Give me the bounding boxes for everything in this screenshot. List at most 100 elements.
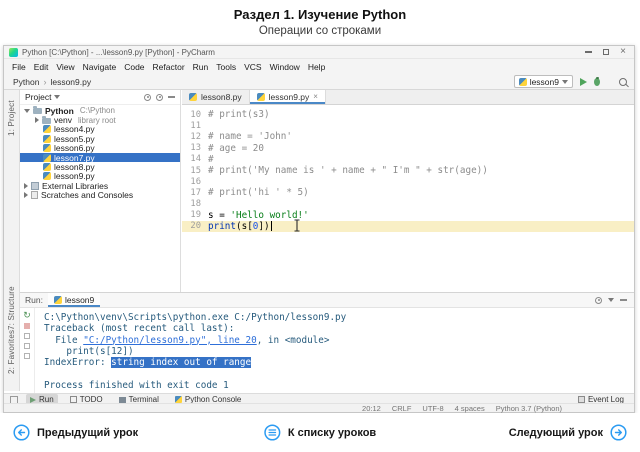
run-configuration-value: lesson9 (530, 77, 559, 87)
toolbar-right: lesson9 (514, 75, 634, 88)
breadcrumb-item[interactable]: Python (13, 77, 39, 87)
python-icon (175, 396, 182, 403)
code-line[interactable]: 19s = 'Hello world!' (182, 210, 634, 221)
run-button[interactable] (580, 78, 587, 86)
python-file-icon (43, 135, 51, 143)
menu-navigate[interactable]: Navigate (79, 62, 121, 72)
console-line: Traceback (most recent call last): (44, 323, 634, 334)
editor-tab-lesson9-py[interactable]: lesson9.py× (250, 90, 326, 104)
status-item-utf-8[interactable]: UTF-8 (422, 404, 443, 413)
menu-run[interactable]: Run (189, 62, 213, 72)
prev-lesson-button[interactable]: Предыдущий урок (13, 413, 138, 452)
close-tab-icon[interactable]: × (313, 93, 318, 101)
menu-vcs[interactable]: VCS (240, 62, 265, 72)
code-line[interactable]: 12# name = 'John' (182, 131, 634, 142)
editor-tab-lesson8-py[interactable]: lesson8.py (182, 90, 250, 104)
menu-view[interactable]: View (52, 62, 78, 72)
collapse-icon[interactable] (608, 298, 614, 302)
line-number: 17 (182, 188, 208, 198)
run-icon (30, 397, 36, 403)
close-icon[interactable]: × (620, 48, 626, 56)
tree-item-scratches-and-consoles[interactable]: Scratches and Consoles (20, 191, 180, 200)
status-item-20-12[interactable]: 20:12 (362, 404, 381, 413)
tree-item-lesson7-py[interactable]: lesson7.py (20, 153, 180, 162)
chevron-down-icon (562, 80, 568, 84)
status-item-python-3-7-python-[interactable]: Python 3.7 (Python) (496, 404, 562, 413)
editor-tab-label: lesson9.py (269, 92, 310, 102)
code-line[interactable]: 15# print('My name is ' + name + " I'm "… (182, 165, 634, 176)
lessons-list-button[interactable]: К списку уроков (264, 413, 376, 452)
menu-code[interactable]: Code (120, 62, 148, 72)
tool-window-button-structure[interactable]: 7: Structure (7, 286, 16, 330)
project-panel-title[interactable]: Project (25, 92, 51, 102)
menu-help[interactable]: Help (304, 62, 329, 72)
line-number: 18 (182, 199, 208, 209)
code-line[interactable]: 20print(s[0]) (182, 221, 634, 232)
gear-icon[interactable] (595, 297, 602, 304)
console-line (44, 368, 634, 379)
run-console[interactable]: C:\Python\venv\Scripts\python.exe C:/Pyt… (35, 308, 634, 393)
tool-window-button-favorites[interactable]: 2: Favorites (7, 330, 16, 374)
console-file-link[interactable]: "C:/Python/lesson9.py", line 20 (83, 335, 257, 346)
code-line[interactable]: 17# print('hi ' * 5) (182, 187, 634, 198)
menu-window[interactable]: Window (266, 62, 304, 72)
chevron-right-icon (24, 192, 28, 198)
code-segment: (s[ (236, 221, 253, 232)
scroll-to-end-icon[interactable] (24, 353, 30, 359)
search-everywhere-icon[interactable] (619, 78, 627, 86)
restore-layout-icon[interactable] (24, 333, 30, 339)
page-subtitle: Операции со строками (0, 25, 640, 37)
maximize-icon[interactable] (603, 49, 609, 55)
course-header: Раздел 1. Изучение Python Операции со ст… (0, 0, 640, 44)
minimize-icon[interactable] (585, 51, 592, 53)
tree-item-lesson5-py[interactable]: lesson5.py (20, 134, 180, 143)
pin-tab-icon[interactable] (24, 343, 30, 349)
run-configuration-select[interactable]: lesson9 (514, 75, 573, 88)
code-line[interactable]: 14# (182, 154, 634, 165)
tree-item-hint: C:\Python (80, 106, 115, 115)
tree-item-external-libraries[interactable]: External Libraries (20, 181, 180, 190)
run-tab[interactable]: lesson9 (48, 293, 100, 307)
locate-file-icon[interactable] (144, 94, 151, 101)
menu-refactor[interactable]: Refactor (149, 62, 189, 72)
line-number: 10 (182, 110, 208, 120)
code-line[interactable]: 16 (182, 176, 634, 187)
hide-panel-icon[interactable] (620, 299, 627, 301)
menu-file[interactable]: File (8, 62, 30, 72)
gear-icon[interactable] (156, 94, 163, 101)
breadcrumb-item[interactable]: lesson9.py (50, 77, 91, 87)
pycharm-window: Python [C:\Python] - ...\lesson9.py [Pyt… (3, 45, 635, 413)
pycharm-logo-icon (9, 48, 18, 57)
tree-item-lesson6-py[interactable]: lesson6.py (20, 144, 180, 153)
code-line[interactable]: 13# age = 20 (182, 143, 634, 154)
status-item-crlf[interactable]: CRLF (392, 404, 412, 413)
tree-item-lesson8-py[interactable]: lesson8.py (20, 162, 180, 171)
code-line[interactable]: 18 (182, 199, 634, 210)
tree-item-venv[interactable]: venvlibrary root (20, 115, 180, 124)
status-item-4-spaces[interactable]: 4 spaces (455, 404, 485, 413)
list-circle-icon (264, 424, 281, 441)
code-segment: # print('hi ' * 5) (208, 187, 309, 198)
hide-panel-icon[interactable] (168, 96, 175, 98)
tree-item-lesson9-py[interactable]: lesson9.py (20, 172, 180, 181)
stop-icon[interactable] (24, 323, 30, 329)
code-text: # name = 'John' (208, 131, 292, 142)
menu-tools[interactable]: Tools (212, 62, 240, 72)
code-line[interactable]: 10# print(s3) (182, 109, 634, 120)
breadcrumb-separator: › (43, 77, 46, 87)
line-number: 15 (182, 166, 208, 176)
tree-item-python[interactable]: PythonC:\Python (20, 106, 180, 115)
code-line[interactable]: 11 (182, 120, 634, 131)
code-segment: s = (208, 210, 230, 221)
line-number: 20 (182, 221, 208, 231)
next-lesson-button[interactable]: Следующий урок (509, 413, 627, 452)
code-segment: # (208, 154, 214, 165)
tree-item-lesson4-py[interactable]: lesson4.py (20, 125, 180, 134)
python-file-icon (189, 93, 197, 101)
code-area[interactable]: 10# print(s3)1112# name = 'John'13# age … (182, 105, 634, 292)
tool-window-button-project[interactable]: 1: Project (7, 100, 16, 136)
menu-edit[interactable]: Edit (30, 62, 53, 72)
line-number: 19 (182, 210, 208, 220)
rerun-icon[interactable]: ↻ (23, 311, 31, 319)
debug-button[interactable] (594, 78, 600, 86)
